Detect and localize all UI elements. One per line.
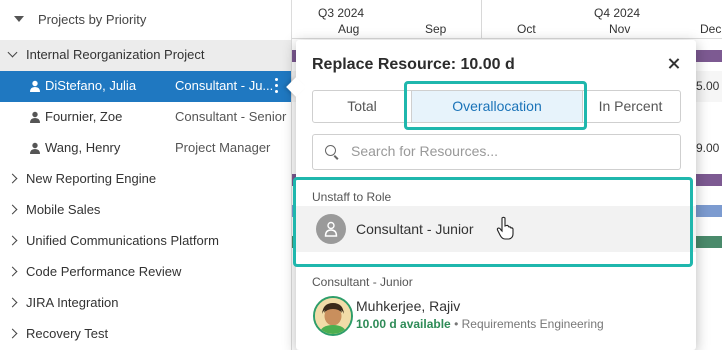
cell-value: 9.00 <box>696 141 720 155</box>
caret-down-icon[interactable] <box>14 16 24 22</box>
close-icon[interactable] <box>666 56 682 72</box>
member-role: Consultant - Senior <box>175 109 287 124</box>
tree-member-row[interactable]: Wang, Henry Project Manager <box>0 133 291 164</box>
resource-name: Muhkerjee, Rajiv <box>356 298 461 314</box>
month-label: Aug <box>338 22 360 36</box>
tree-project-row[interactable]: Recovery Test <box>0 319 291 350</box>
group-label: Internal Reorganization Project <box>26 47 205 62</box>
tree-header-label: Projects by Priority <box>38 12 147 27</box>
month-label: Oct <box>517 22 536 36</box>
project-label: New Reporting Engine <box>26 171 157 186</box>
timeline-header: Q3 2024 Q4 2024 Aug Sep Oct Nov Dec <box>292 0 722 39</box>
avatar <box>313 296 353 336</box>
tree-group-row[interactable]: Internal Reorganization Project <box>0 40 291 71</box>
resource-details: 10.00 d available • Requirements Enginee… <box>356 317 604 331</box>
tree-member-row[interactable]: DiStefano, Julia Consultant - Ju... <box>0 71 291 102</box>
project-label: Recovery Test <box>26 326 109 341</box>
chevron-down-icon[interactable] <box>7 47 18 58</box>
tree-project-row[interactable]: New Reporting Engine <box>0 164 291 195</box>
tree-header[interactable]: Projects by Priority <box>0 0 291 41</box>
tree-project-row[interactable]: Code Performance Review <box>0 257 291 288</box>
popup-title: Replace Resource: 10.00 d <box>312 56 515 73</box>
highlight-frame <box>404 81 587 130</box>
highlight-frame <box>293 177 693 267</box>
member-name: Wang, Henry <box>45 140 121 155</box>
month-label: Dec <box>700 22 722 36</box>
person-icon <box>30 80 40 92</box>
project-tree: Projects by Priority Internal Reorganiza… <box>0 0 292 350</box>
project-label: Unified Communications Platform <box>26 233 219 248</box>
cell-value: 5.00 <box>696 79 720 93</box>
section-label: Consultant - Junior <box>312 275 413 289</box>
chevron-right-icon[interactable] <box>7 297 18 308</box>
quarter-label: Q4 2024 <box>594 6 641 20</box>
tree-project-row[interactable]: Mobile Sales <box>0 195 291 226</box>
member-name: DiStefano, Julia <box>45 78 137 93</box>
tree-project-row[interactable]: JIRA Integration <box>0 288 291 319</box>
chevron-right-icon[interactable] <box>7 235 18 246</box>
month-label: Sep <box>425 22 447 36</box>
chevron-right-icon[interactable] <box>7 328 18 339</box>
member-name: Fournier, Zoe <box>45 109 123 124</box>
tab-total[interactable]: Total <box>313 91 411 122</box>
project-label: Code Performance Review <box>26 264 182 279</box>
month-label: Nov <box>609 22 631 36</box>
chevron-right-icon[interactable] <box>7 204 18 215</box>
department: Requirements Engineering <box>461 317 604 331</box>
chevron-right-icon[interactable] <box>7 173 18 184</box>
kebab-menu-icon[interactable] <box>275 78 279 96</box>
member-role: Consultant - Ju... <box>175 78 274 93</box>
resource-option[interactable]: Muhkerjee, Rajiv 10.00 d available • Req… <box>296 290 696 342</box>
search-input[interactable] <box>351 143 651 159</box>
replace-resource-popup: Replace Resource: 10.00 d Total Overallo… <box>286 40 696 350</box>
resource-search[interactable] <box>312 134 681 170</box>
member-role: Project Manager <box>175 140 271 155</box>
search-icon <box>325 145 336 156</box>
tree-project-row[interactable]: Unified Communications Platform <box>0 226 291 257</box>
person-icon <box>30 111 40 123</box>
chevron-right-icon[interactable] <box>7 266 18 277</box>
availability: 10.00 d available <box>356 317 451 331</box>
tab-in-percent[interactable]: In Percent <box>581 91 680 122</box>
quarter-label: Q3 2024 <box>318 6 365 20</box>
person-icon <box>30 142 40 154</box>
project-label: JIRA Integration <box>26 295 119 310</box>
project-label: Mobile Sales <box>26 202 101 217</box>
tree-member-row[interactable]: Fournier, Zoe Consultant - Senior <box>0 102 291 133</box>
